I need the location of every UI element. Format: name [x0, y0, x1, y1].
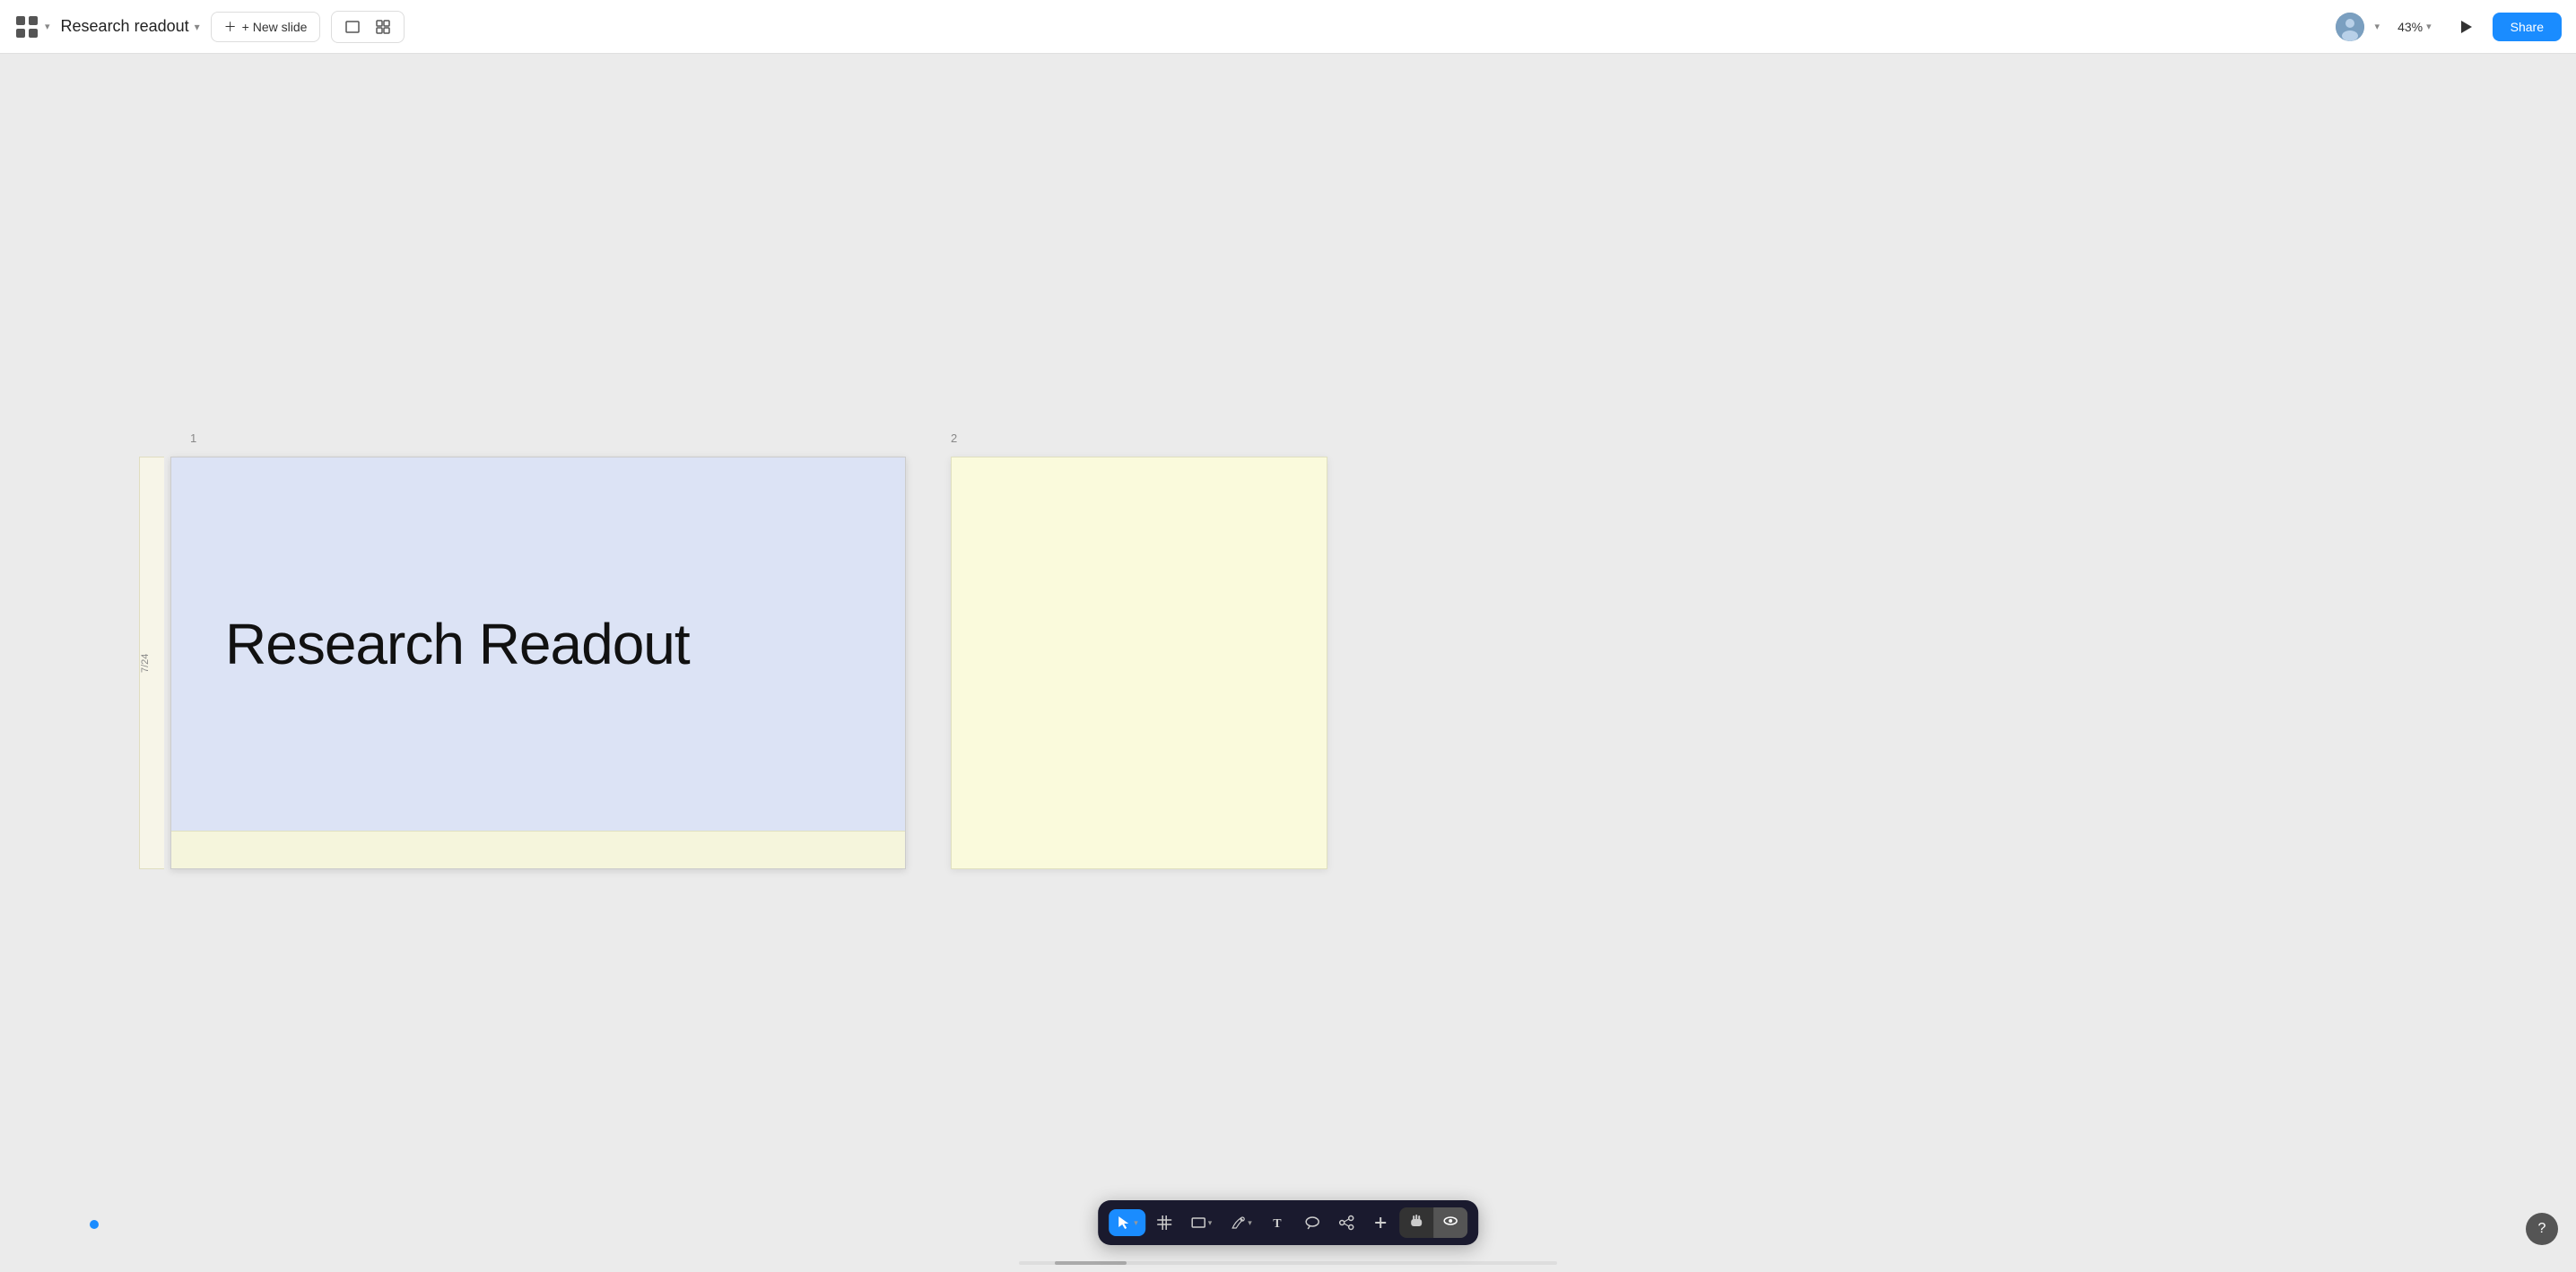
grid-icon — [1156, 1215, 1172, 1231]
canvas-area: 7/24 1 Research Readout 2 — [0, 54, 2576, 1272]
shape-icon — [1190, 1215, 1206, 1231]
toolbar-pointer-button[interactable] — [1433, 1207, 1467, 1238]
hand-icon — [1408, 1213, 1424, 1229]
doc-title-container[interactable]: Research readout ▾ — [61, 17, 200, 36]
slide2[interactable] — [951, 457, 1327, 869]
plus-icon — [1372, 1215, 1388, 1231]
eye-icon — [1442, 1213, 1458, 1229]
play-icon — [2457, 18, 2475, 36]
zoom-level: 43% — [2398, 20, 2423, 34]
scroll-indicator[interactable] — [1019, 1261, 1557, 1265]
slide1-number: 1 — [190, 431, 196, 445]
select-tool-chevron: ▾ — [1134, 1218, 1138, 1228]
top-bar: ▾ Research readout ▾ ＋ + New slide — [0, 0, 2576, 54]
topbar-left: ▾ Research readout ▾ ＋ + New slide — [14, 11, 405, 43]
help-icon: ? — [2538, 1221, 2546, 1237]
help-button[interactable]: ? — [2526, 1213, 2558, 1245]
new-slide-icon: ＋ — [224, 18, 237, 36]
connect-icon — [1338, 1215, 1354, 1231]
bottom-toolbar: ▾ ▾ ▾ T — [1098, 1200, 1478, 1245]
app-logo-icon — [14, 14, 39, 39]
text-tool-button[interactable]: T — [1263, 1209, 1293, 1236]
view-grid-icon — [375, 19, 391, 35]
slide1-title: Research Readout — [225, 611, 690, 677]
app-logo[interactable]: ▾ — [14, 14, 50, 39]
blue-dot-indicator — [90, 1220, 99, 1229]
scroll-thumb[interactable] — [1055, 1261, 1127, 1265]
slide1-main: Research Readout — [171, 457, 905, 831]
pen-icon — [1230, 1215, 1246, 1231]
comment-icon — [1304, 1215, 1320, 1231]
view-toggle-group — [331, 11, 405, 43]
toolbar-view-toggle — [1399, 1207, 1467, 1238]
connect-tool-button[interactable] — [1331, 1209, 1362, 1236]
new-slide-button[interactable]: ＋ + New slide — [211, 12, 321, 42]
more-tool-button[interactable] — [1365, 1209, 1396, 1236]
share-button[interactable]: Share — [2493, 13, 2562, 41]
user-avatar[interactable] — [2336, 13, 2364, 41]
select-tool-button[interactable]: ▾ — [1109, 1209, 1145, 1236]
app-logo-chevron: ▾ — [45, 21, 50, 32]
avatar-icon — [2336, 13, 2364, 41]
slide2-number: 2 — [951, 431, 957, 445]
shape-tool-button[interactable]: ▾ — [1183, 1209, 1220, 1236]
slide1-date: 7/24 — [140, 653, 151, 672]
doc-title-chevron: ▾ — [195, 21, 200, 33]
slide1[interactable]: Research Readout — [170, 457, 906, 869]
comment-tool-button[interactable] — [1297, 1209, 1327, 1236]
svg-text:T: T — [1273, 1217, 1282, 1231]
text-icon: T — [1270, 1215, 1286, 1231]
toolbar-hand-button[interactable] — [1399, 1207, 1433, 1238]
pen-tool-button[interactable]: ▾ — [1223, 1209, 1259, 1236]
slide1-left-strip: 7/24 — [139, 457, 164, 869]
view-grid-button[interactable] — [370, 15, 396, 39]
doc-title: Research readout — [61, 17, 189, 36]
shape-tool-chevron: ▾ — [1208, 1218, 1213, 1228]
pen-tool-chevron: ▾ — [1248, 1218, 1252, 1228]
grid-tool-button[interactable] — [1149, 1209, 1179, 1236]
select-icon — [1116, 1215, 1132, 1231]
view-single-icon — [344, 19, 361, 35]
topbar-right: ▾ 43% ▾ Share — [2336, 13, 2562, 41]
slide1-wrapper: 1 Research Readout — [170, 457, 906, 869]
zoom-chevron: ▾ — [2426, 21, 2432, 32]
slide1-footer — [171, 831, 905, 868]
new-slide-label: + New slide — [242, 20, 308, 34]
zoom-control[interactable]: 43% ▾ — [2390, 16, 2439, 38]
play-button[interactable] — [2450, 14, 2482, 39]
avatar-chevron[interactable]: ▾ — [2375, 21, 2380, 32]
slide2-wrapper: 2 — [951, 457, 1327, 869]
view-single-button[interactable] — [339, 15, 366, 39]
